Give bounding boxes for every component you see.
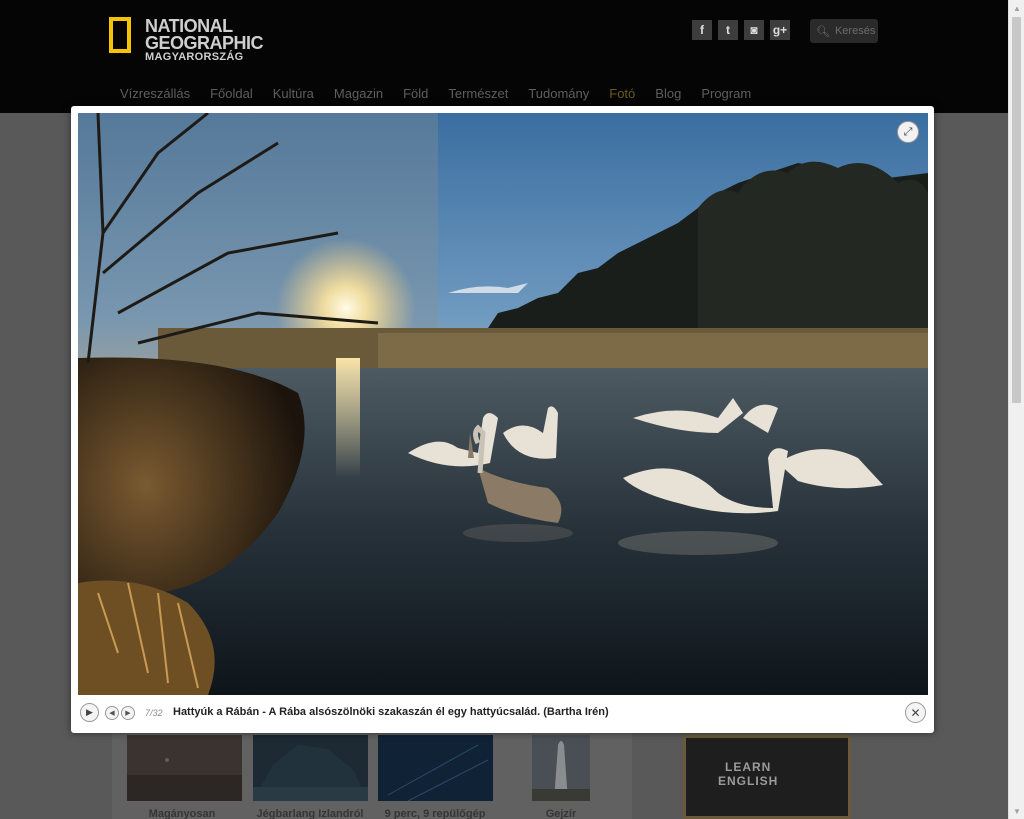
lightbox-modal: ⤢ ▶ ◀ ▶ 7/32 Hattyúk a Rábán - A Rába al… [71,106,934,733]
logo-line-country: MAGYARORSZÁG [145,51,244,63]
google-plus-icon[interactable]: g+ [770,20,790,40]
nav-item-vizreszallas[interactable]: Vízreszállás [120,86,190,101]
twitter-icon[interactable]: t [718,20,738,40]
search-input[interactable] [834,25,879,37]
nav-item-blog[interactable]: Blog [655,86,681,101]
search-box[interactable]: 🔍︎ [810,19,879,43]
play-icon: ▶ [86,707,93,717]
nav-item-fooldal[interactable]: Főoldal [210,86,253,101]
close-lightbox-button[interactable]: ✕ [905,702,926,723]
expand-icon: ⤢ [903,125,913,138]
ad-line-learn: LEARN [725,760,772,774]
thumb-caption-2[interactable]: Jégbarlang Izlandról [250,808,370,819]
thumb-geyser[interactable] [532,735,590,801]
scroll-up-icon[interactable]: ▲ [1009,0,1024,16]
scroll-down-icon[interactable]: ▼ [1009,803,1024,819]
nav-item-foto[interactable]: Fotó [609,86,635,101]
site-header: NATIONAL GEOGRAPHIC MAGYARORSZÁG f t ◙ g… [0,0,1008,113]
photo-counter: 7/32 [145,708,163,718]
thumb-caption-3[interactable]: 9 perc, 9 repülőgép [375,808,495,819]
sidebar-ad-learn-english[interactable]: LEARN ENGLISH [683,735,851,819]
close-icon: ✕ [910,705,921,720]
chevron-left-icon: ◀ [109,710,115,717]
nav-item-program[interactable]: Program [701,86,751,101]
nav-item-kultura[interactable]: Kultúra [273,86,314,101]
lightbox-photo[interactable] [78,113,928,695]
thumb-ice-cave[interactable] [253,735,368,801]
page: NATIONAL GEOGRAPHIC MAGYARORSZÁG f t ◙ g… [0,0,1008,819]
thumb-caption-1[interactable]: Magányosan [122,808,242,819]
search-icon: 🔍︎ [816,25,830,38]
nav-item-tudomany[interactable]: Tudomány [528,86,589,101]
thumb-lonely[interactable] [127,735,242,801]
thumb-caption-4[interactable]: Gejzír [501,808,621,819]
chevron-right-icon: ▶ [125,710,131,717]
facebook-icon[interactable]: f [692,20,712,40]
nav-item-magazin[interactable]: Magazin [334,86,383,101]
instagram-icon[interactable]: ◙ [744,20,764,40]
previous-photo-button[interactable]: ◀ [105,706,119,720]
fullscreen-button[interactable]: ⤢ [897,121,919,143]
logo-text: NATIONAL GEOGRAPHIC MAGYARORSZÁG [145,17,264,63]
page-scrollbar[interactable]: ▲ ▼ [1008,0,1024,819]
social-links: f t ◙ g+ [692,20,790,40]
lightbox-footer: ▶ ◀ ▶ 7/32 Hattyúk a Rábán - A Rába alsó… [71,695,934,733]
ad-text: LEARN ENGLISH [718,760,778,788]
next-photo-button[interactable]: ▶ [121,706,135,720]
logo-line-geographic: GEOGRAPHIC [145,33,264,53]
photo-caption: Hattyúk a Rábán - A Rába alsószölnöki sz… [173,706,609,718]
nav-item-termeszet[interactable]: Természet [448,86,508,101]
thumb-nine-planes[interactable] [378,735,493,801]
nav-item-fold[interactable]: Föld [403,86,428,101]
natgeo-yellow-border-icon [109,17,131,53]
ad-line-english: ENGLISH [718,774,779,788]
slideshow-play-button[interactable]: ▶ [80,703,99,722]
scrollbar-thumb[interactable] [1012,17,1021,403]
main-nav: Vízreszállás Főoldal Kultúra Magazin Föl… [120,86,771,101]
